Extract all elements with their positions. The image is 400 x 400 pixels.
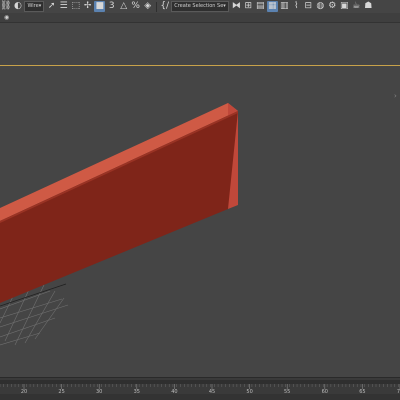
select-rotate-icon[interactable]: ■ — [94, 1, 106, 12]
edit-named-selection-label: {/ — [160, 1, 170, 11]
percent-snap-label: % — [131, 1, 140, 11]
link-icon[interactable]: ⛓ — [0, 1, 11, 12]
viewport-canvas: › — [0, 23, 400, 377]
max-app-window: ⛓ ◐ Wire ▾ ➚ ☰ ⬚ ✢ ■ 3 △ % ◈ {/ Create S… — [0, 0, 400, 400]
dropdown-arrow-icon: ▾ — [38, 3, 42, 9]
edit-named-selection-button[interactable]: {/ — [159, 1, 170, 12]
angle-snap-label: △ — [120, 1, 128, 11]
mirror-icon[interactable]: ⧓ — [231, 1, 242, 12]
rendered-frame-window-icon[interactable]: ▣ — [339, 1, 350, 12]
render-setup-icon[interactable]: ⚙ — [327, 1, 338, 12]
select-move-icon[interactable]: ✢ — [82, 1, 93, 12]
toggle-ribbon-icon[interactable]: ▥ — [279, 1, 290, 12]
perspective-viewport[interactable]: › — [0, 23, 400, 377]
selection-filter-dropdown[interactable]: Wire ▾ — [24, 1, 45, 12]
snap-3d-toggle[interactable]: 3 — [106, 1, 117, 12]
window-crossing-icon[interactable]: ⬚ — [70, 1, 81, 12]
selection-filter-value: Wire — [27, 3, 39, 9]
render-iterative-icon[interactable]: ☗ — [363, 1, 374, 12]
snap-3d-label: 3 — [108, 1, 115, 11]
bind-space-warp-icon[interactable]: ◐ — [12, 1, 23, 12]
material-editor-icon[interactable]: ◍ — [315, 1, 326, 12]
angle-snap-toggle[interactable]: △ — [118, 1, 129, 12]
viewport-layout-bar: ◉ — [0, 13, 400, 23]
spinner-snap-toggle[interactable]: ◈ — [142, 1, 153, 12]
viewport-menu-icon[interactable]: ◉ — [4, 14, 9, 21]
named-selection-value: Create Selection Se — [174, 3, 224, 9]
render-production-icon[interactable]: ☕ — [351, 1, 362, 12]
select-by-name-icon[interactable]: ☰ — [58, 1, 69, 12]
toggle-layer-explorer-icon[interactable]: ▦ — [266, 1, 278, 12]
percent-snap-toggle[interactable]: % — [130, 1, 141, 12]
viewcube-edge-icon[interactable]: › — [394, 92, 397, 100]
track-bar-ruler: 202530354045505560657075 — [0, 378, 400, 400]
select-object-icon[interactable]: ➚ — [46, 1, 57, 12]
toolbar-separator — [156, 1, 158, 12]
named-selection-dropdown[interactable]: Create Selection Se ▾ — [171, 1, 229, 12]
curve-editor-icon[interactable]: ⌇ — [291, 1, 302, 12]
spinner-snap-label: ◈ — [144, 1, 152, 11]
main-toolbar: ⛓ ◐ Wire ▾ ➚ ☰ ⬚ ✢ ■ 3 △ % ◈ {/ Create S… — [0, 0, 400, 14]
status-strip — [0, 394, 400, 400]
time-track-bar[interactable]: 202530354045505560657075 — [0, 377, 400, 400]
time-slider-track[interactable] — [0, 380, 400, 384]
toggle-scene-explorer-icon[interactable]: ▤ — [255, 1, 266, 12]
schematic-view-icon[interactable]: ⊟ — [303, 1, 314, 12]
align-icon[interactable]: ⊞ — [243, 1, 254, 12]
dropdown-arrow-icon: ▾ — [223, 3, 226, 9]
